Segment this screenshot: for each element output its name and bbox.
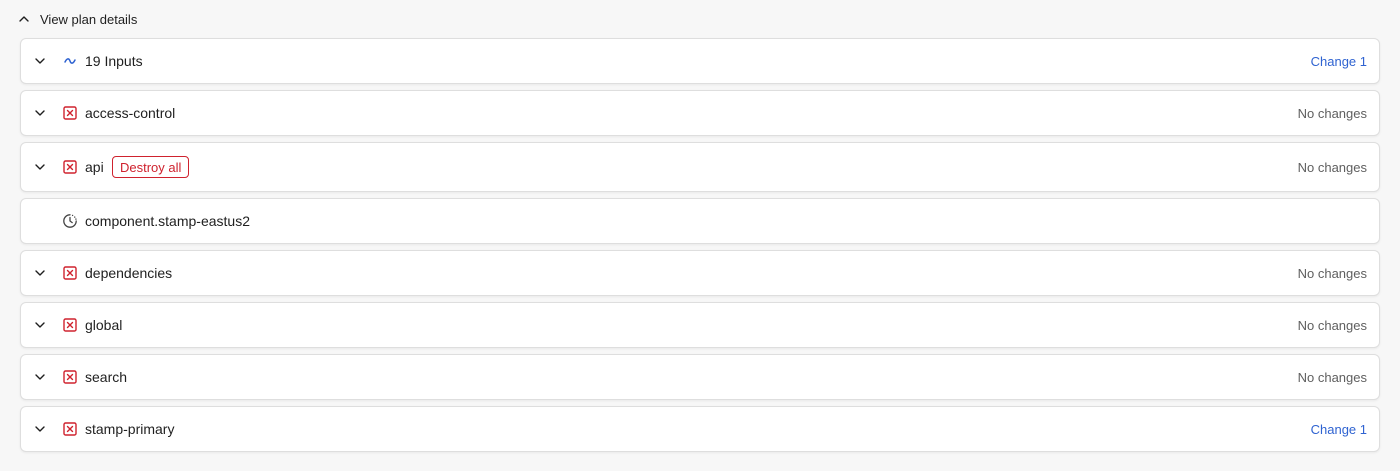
no-changes-label: No changes	[1297, 105, 1367, 121]
row-name: search	[85, 369, 128, 385]
x-square-icon	[62, 105, 78, 121]
chevron-down-icon[interactable]	[33, 422, 47, 436]
view-plan-details-label: View plan details	[40, 11, 138, 27]
x-square-icon	[62, 317, 78, 333]
chevron-down-icon[interactable]	[33, 106, 47, 120]
row-name: stamp-primary	[85, 421, 175, 437]
row-name: 19 Inputs	[85, 53, 143, 69]
tilde-icon	[62, 53, 78, 69]
change-count-link[interactable]: Change 1	[1311, 54, 1367, 69]
chevron-down-icon[interactable]	[33, 54, 47, 68]
no-changes-label: No changes	[1297, 159, 1367, 175]
plan-row-global[interactable]: global No changes	[20, 302, 1380, 348]
plan-row-search[interactable]: search No changes	[20, 354, 1380, 400]
no-changes-label: No changes	[1297, 369, 1367, 385]
row-name: access-control	[85, 105, 176, 121]
x-square-icon	[62, 421, 78, 437]
plan-row-dependencies[interactable]: dependencies No changes	[20, 250, 1380, 296]
clock-icon	[62, 213, 78, 229]
row-name: api	[85, 159, 104, 175]
chevron-down-icon[interactable]	[33, 318, 47, 332]
x-square-icon	[62, 265, 78, 281]
change-count-link[interactable]: Change 1	[1311, 422, 1367, 437]
plan-row-access-control[interactable]: access-control No changes	[20, 90, 1380, 136]
plan-row-inputs[interactable]: 19 Inputs Change 1	[20, 38, 1380, 84]
chevron-down-icon[interactable]	[33, 160, 47, 174]
plan-row-stamp-primary[interactable]: stamp-primary Change 1	[20, 406, 1380, 452]
view-plan-details-toggle[interactable]: View plan details	[18, 8, 137, 30]
x-square-icon	[62, 369, 78, 385]
chevron-down-icon[interactable]	[33, 370, 47, 384]
chevron-down-icon[interactable]	[33, 266, 47, 280]
plan-row-component-stamp-eastus2[interactable]: component.stamp-eastus2	[20, 198, 1380, 244]
row-name: component.stamp-eastus2	[85, 213, 250, 229]
chevron-up-icon	[18, 13, 30, 25]
destroy-all-badge: Destroy all	[112, 156, 190, 178]
x-square-icon	[62, 159, 78, 175]
no-changes-label: No changes	[1297, 265, 1367, 281]
row-name: dependencies	[85, 265, 173, 281]
no-changes-label: No changes	[1297, 317, 1367, 333]
plan-row-api[interactable]: api Destroy all No changes	[20, 142, 1380, 192]
row-name: global	[85, 317, 123, 333]
